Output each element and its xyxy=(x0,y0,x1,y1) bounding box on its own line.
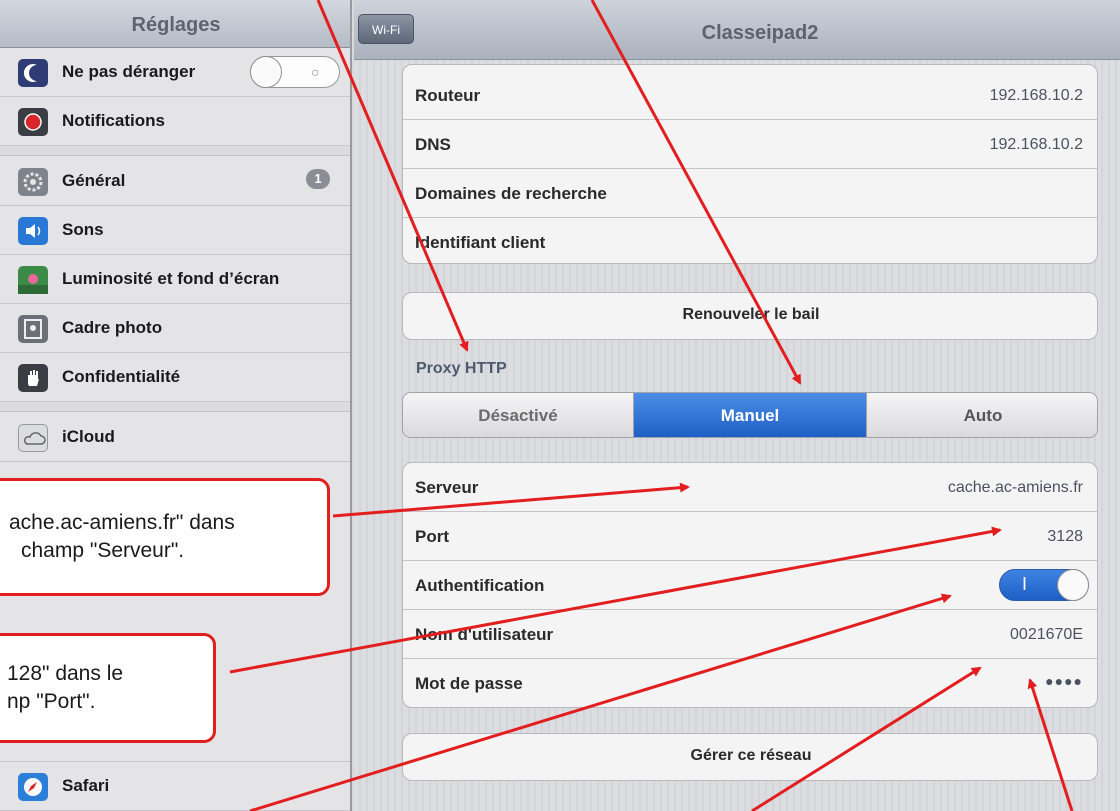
sidebar-item-label: Cadre photo xyxy=(62,318,163,337)
router-label: Routeur xyxy=(415,86,481,105)
do-not-disturb-toggle[interactable]: ○ xyxy=(250,56,340,88)
renew-lease-label: Renouveler le bail xyxy=(682,306,820,323)
port-field[interactable]: 3128 xyxy=(1047,528,1083,546)
manage-network-button[interactable]: Gérer ce réseau xyxy=(402,733,1098,781)
router-value: 192.168.10.2 xyxy=(989,87,1083,104)
proxy-option-off[interactable]: Désactivé xyxy=(403,393,634,437)
sidebar-item-label: Notifications xyxy=(62,111,165,130)
password-row[interactable]: Mot de passe ●●●● xyxy=(403,659,1097,707)
toggle-off-mark: ○ xyxy=(311,64,320,80)
authentication-toggle[interactable]: I xyxy=(999,569,1089,601)
sidebar-item-label: Général xyxy=(62,171,126,190)
toggle-knob xyxy=(1057,569,1089,601)
section-separator xyxy=(0,146,350,156)
hand-icon xyxy=(18,364,48,392)
dns-label: DNS xyxy=(415,135,451,154)
sidebar-item-label: Ne pas déranger xyxy=(62,62,196,81)
sidebar-item-safari[interactable]: Safari xyxy=(0,762,350,811)
sidebar-item-luminosite[interactable]: Luminosité et fond d’écran xyxy=(0,255,350,304)
client-id-label: Identifiant client xyxy=(415,233,546,252)
server-instruction-callout: ache.ac-amiens.fr" dans champ "Serveur". xyxy=(0,478,330,596)
renew-lease-cell: Renouveler le bail xyxy=(403,293,1097,339)
gear-icon xyxy=(18,168,48,196)
client-id-row[interactable]: Identifiant client xyxy=(403,218,1097,263)
moon-icon xyxy=(18,59,48,87)
sidebar-item-ne-pas-deranger[interactable]: Ne pas déranger ○ xyxy=(0,48,350,97)
server-row[interactable]: Serveur cache.ac-amiens.fr xyxy=(403,463,1097,512)
callout-line: 128" dans le xyxy=(7,662,124,685)
router-row: Routeur 192.168.10.2 xyxy=(403,71,1097,120)
toggle-on-mark: I xyxy=(1022,574,1028,594)
dns-value: 192.168.10.2 xyxy=(989,136,1083,153)
proxy-fields-group: Serveur cache.ac-amiens.fr Port 3128 Aut… xyxy=(402,462,1098,708)
sidebar-item-icloud[interactable]: iCloud xyxy=(0,413,350,462)
update-badge: 1 xyxy=(306,169,330,189)
authentication-row: Authentification I xyxy=(403,561,1097,610)
search-domains-row[interactable]: Domaines de recherche xyxy=(403,169,1097,218)
proxy-option-auto[interactable]: Auto xyxy=(866,393,1097,437)
sidebar-header: Réglages xyxy=(0,0,350,48)
sidebar-item-cadre-photo[interactable]: Cadre photo xyxy=(0,304,350,353)
sidebar-item-confidentialite[interactable]: Confidentialité xyxy=(0,353,350,402)
sidebar-item-general[interactable]: Général 1 xyxy=(0,157,350,206)
sidebar-item-notifications[interactable]: Notifications xyxy=(0,97,350,146)
toggle-knob xyxy=(250,56,282,88)
section-separator xyxy=(0,402,350,412)
username-label: Nom d'utilisateur xyxy=(415,625,554,644)
password-field[interactable]: ●●●● xyxy=(1045,673,1083,689)
port-row[interactable]: Port 3128 xyxy=(403,512,1097,561)
sidebar-item-label: Sons xyxy=(62,220,104,239)
manage-network-label: Gérer ce réseau xyxy=(690,747,812,764)
port-label: Port xyxy=(415,527,449,546)
network-info-group: Routeur 192.168.10.2 DNS 192.168.10.2 Do… xyxy=(402,64,1098,264)
server-field[interactable]: cache.ac-amiens.fr xyxy=(948,479,1083,497)
dns-row[interactable]: DNS 192.168.10.2 xyxy=(403,120,1097,169)
authentication-label: Authentification xyxy=(415,576,545,595)
speaker-icon xyxy=(18,217,48,245)
sidebar-item-sons[interactable]: Sons xyxy=(0,206,350,255)
password-label: Mot de passe xyxy=(415,674,523,693)
notifications-icon xyxy=(18,108,48,136)
sidebar-title: Réglages xyxy=(131,14,221,36)
photo-frame-icon xyxy=(18,315,48,343)
page-title: Classeipad2 xyxy=(701,22,819,44)
compass-icon xyxy=(18,773,48,801)
back-button[interactable]: Wi-Fi xyxy=(358,14,414,44)
sidebar-item-label: Safari xyxy=(62,776,110,795)
callout-line: ache.ac-amiens.fr" dans xyxy=(9,511,235,534)
port-instruction-callout: 128" dans le np "Port". xyxy=(0,633,216,743)
username-row[interactable]: Nom d'utilisateur 0021670E xyxy=(403,610,1097,659)
sidebar-item-label: iCloud xyxy=(62,427,115,446)
sidebar-item-label: Luminosité et fond d’écran xyxy=(62,269,280,288)
manage-network-cell: Gérer ce réseau xyxy=(403,734,1097,780)
callout-line: np "Port". xyxy=(7,690,96,713)
cloud-icon xyxy=(18,424,48,452)
callout-line: champ "Serveur". xyxy=(21,539,185,562)
search-domains-label: Domaines de recherche xyxy=(415,184,607,203)
flower-icon xyxy=(18,266,48,294)
proxy-section-title: Proxy HTTP xyxy=(416,360,507,377)
username-field[interactable]: 0021670E xyxy=(1010,626,1083,644)
renew-lease-button[interactable]: Renouveler le bail xyxy=(402,292,1098,340)
server-label: Serveur xyxy=(415,478,479,497)
sidebar-item-label: Confidentialité xyxy=(62,367,181,386)
proxy-option-manual[interactable]: Manuel xyxy=(634,393,866,437)
proxy-mode-segmented-control[interactable]: Désactivé Manuel Auto xyxy=(402,392,1098,438)
